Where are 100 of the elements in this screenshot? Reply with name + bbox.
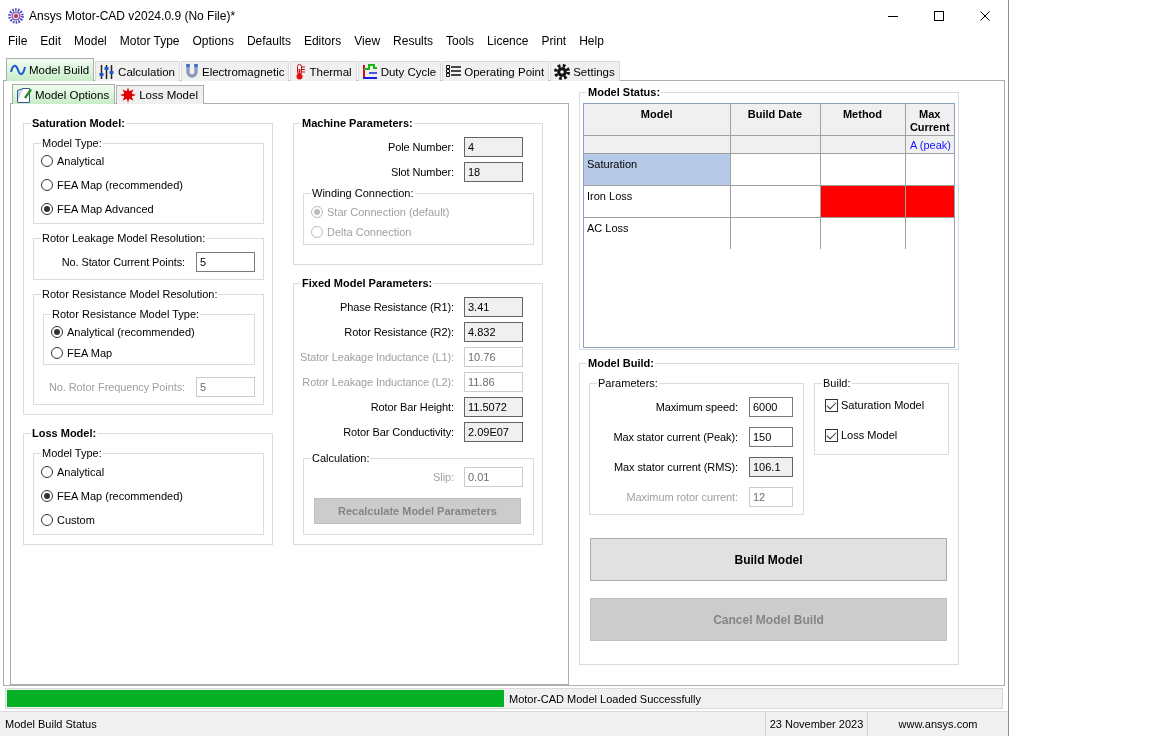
- field-label: Rotor Leakage Inductance (L2):: [302, 376, 454, 388]
- radio-label: Analytical (recommended): [67, 325, 195, 338]
- sub-tab[interactable]: Model Options: [12, 84, 116, 104]
- window-title: Ansys Motor-CAD v2024.0.9 (No File)*: [29, 9, 236, 23]
- field-label: Max stator current (RMS):: [613, 461, 738, 473]
- menu-item[interactable]: Edit: [33, 32, 68, 50]
- checkbox[interactable]: [825, 398, 838, 412]
- settings-icon: [554, 63, 571, 80]
- input-field[interactable]: 4.832: [464, 322, 523, 342]
- starburst-icon: [8, 8, 24, 24]
- tab[interactable]: Thermal: [290, 61, 357, 81]
- tab[interactable]: Settings: [550, 61, 620, 81]
- group-title: Model Type:: [41, 137, 103, 150]
- field-label: No. Rotor Frequency Points:: [48, 381, 185, 393]
- thermometer-icon: [294, 63, 307, 80]
- radio-button[interactable]: [41, 490, 53, 502]
- table-cell[interactable]: Saturation: [584, 153, 730, 185]
- group-title: Model Type:: [41, 447, 103, 460]
- table-cell[interactable]: Iron Loss: [584, 185, 730, 217]
- radio-label: Star Connection (default): [327, 206, 450, 218]
- action-button[interactable]: Build Model: [590, 538, 947, 581]
- radio-button[interactable]: [51, 346, 63, 359]
- input-field[interactable]: 18: [464, 162, 523, 182]
- tab[interactable]: Electromagnetic: [181, 61, 290, 81]
- column-header: Max Current: [905, 104, 954, 135]
- list-icon: [446, 65, 462, 78]
- menu-item[interactable]: Results: [386, 32, 440, 50]
- radio-label: Analytical: [57, 466, 105, 478]
- tab[interactable]: Duty Cycle: [357, 61, 442, 81]
- menu-item[interactable]: Help: [572, 32, 611, 50]
- group-title: Loss Model:: [31, 427, 98, 440]
- group-title: Rotor Resistance Model Type:: [51, 308, 201, 321]
- radio-button[interactable]: [41, 179, 53, 191]
- input-field[interactable]: 2.09E07: [464, 422, 523, 442]
- field-label: Maximum speed:: [655, 401, 738, 413]
- radio-label: FEA Map Advanced: [57, 203, 154, 215]
- radio-button[interactable]: [41, 203, 53, 215]
- tab[interactable]: Model Build: [6, 58, 95, 81]
- radio-label: FEA Map (recommended): [57, 490, 183, 502]
- menu-item[interactable]: Model: [67, 32, 114, 50]
- column-header: Model: [584, 104, 730, 135]
- menu-item[interactable]: Licence: [480, 32, 535, 50]
- group-title: Model Status:: [587, 86, 662, 99]
- group-title: Fixed Model Parameters:: [301, 277, 434, 290]
- menu-item[interactable]: Motor Type: [113, 32, 187, 50]
- tab[interactable]: Operating Point: [442, 61, 550, 81]
- field-label: Maximum rotor current:: [626, 491, 738, 503]
- table-cell[interactable]: AC Loss: [584, 217, 730, 249]
- input-field[interactable]: 3.41: [464, 297, 523, 317]
- menu-item[interactable]: Editors: [297, 32, 348, 50]
- group-title: Rotor Leakage Model Resolution:: [41, 232, 207, 245]
- column-header: Method: [820, 104, 905, 135]
- radio-label: Analytical: [57, 155, 105, 167]
- group-title: Calculation:: [311, 452, 371, 465]
- status-message: Motor-CAD Model Loaded Successfully: [509, 692, 701, 705]
- group-title: Model Build:: [587, 357, 655, 370]
- checkbox-label: Loss Model: [841, 429, 898, 441]
- magnet-icon: [185, 64, 199, 79]
- radio-button[interactable]: [41, 466, 53, 478]
- minimize-icon: [888, 15, 898, 17]
- field-label: No. Stator Current Points:: [61, 256, 185, 268]
- menu-item[interactable]: Options: [186, 32, 241, 50]
- field-label: Slot Number:: [391, 166, 454, 178]
- group-title: Winding Connection:: [311, 187, 415, 200]
- input-field[interactable]: 5: [196, 252, 255, 272]
- input-field[interactable]: 6000: [749, 397, 793, 417]
- menu-item[interactable]: Print: [535, 32, 573, 50]
- close-icon: [980, 11, 990, 21]
- menu-item[interactable]: Tools: [439, 32, 481, 50]
- input-field[interactable]: 150: [749, 427, 793, 447]
- menu-item[interactable]: View: [347, 32, 387, 50]
- field-label: Rotor Resistance (R2):: [344, 326, 454, 338]
- input-field[interactable]: 106.1: [749, 457, 793, 477]
- status-text: 23 November 2023: [765, 712, 867, 736]
- field-label: Rotor Bar Conductivity:: [343, 426, 454, 438]
- checkbox[interactable]: [825, 428, 838, 442]
- radio-button[interactable]: [41, 155, 53, 167]
- field-label: Pole Number:: [387, 141, 454, 153]
- sub-tab[interactable]: Loss Model: [116, 85, 204, 104]
- radio-button[interactable]: [51, 325, 63, 338]
- field-label: Phase Resistance (R1):: [340, 301, 454, 313]
- menu-item[interactable]: Defaults: [240, 32, 298, 50]
- sliders-icon: [99, 63, 116, 80]
- sine-wave-icon: [10, 64, 26, 76]
- tab[interactable]: Calculation: [95, 61, 180, 81]
- group-title: Parameters:: [597, 377, 659, 390]
- checkbox-label: Saturation Model: [841, 399, 925, 411]
- radio-label: FEA Map (recommended): [57, 179, 183, 191]
- input-field[interactable]: 11.5072: [464, 397, 523, 417]
- radio-label: Delta Connection: [327, 226, 412, 238]
- group-title: Build:: [822, 377, 852, 390]
- radio-label: Custom: [57, 514, 95, 526]
- group-title: Saturation Model:: [31, 117, 126, 130]
- column-header: Build Date: [730, 104, 820, 135]
- radio-button[interactable]: [41, 514, 53, 526]
- input-field[interactable]: 4: [464, 137, 523, 157]
- field-label: Max stator current (Peak):: [613, 431, 738, 443]
- sun-icon: [120, 87, 137, 103]
- menu-item[interactable]: File: [1, 32, 34, 50]
- field-label: Slip:: [433, 471, 454, 483]
